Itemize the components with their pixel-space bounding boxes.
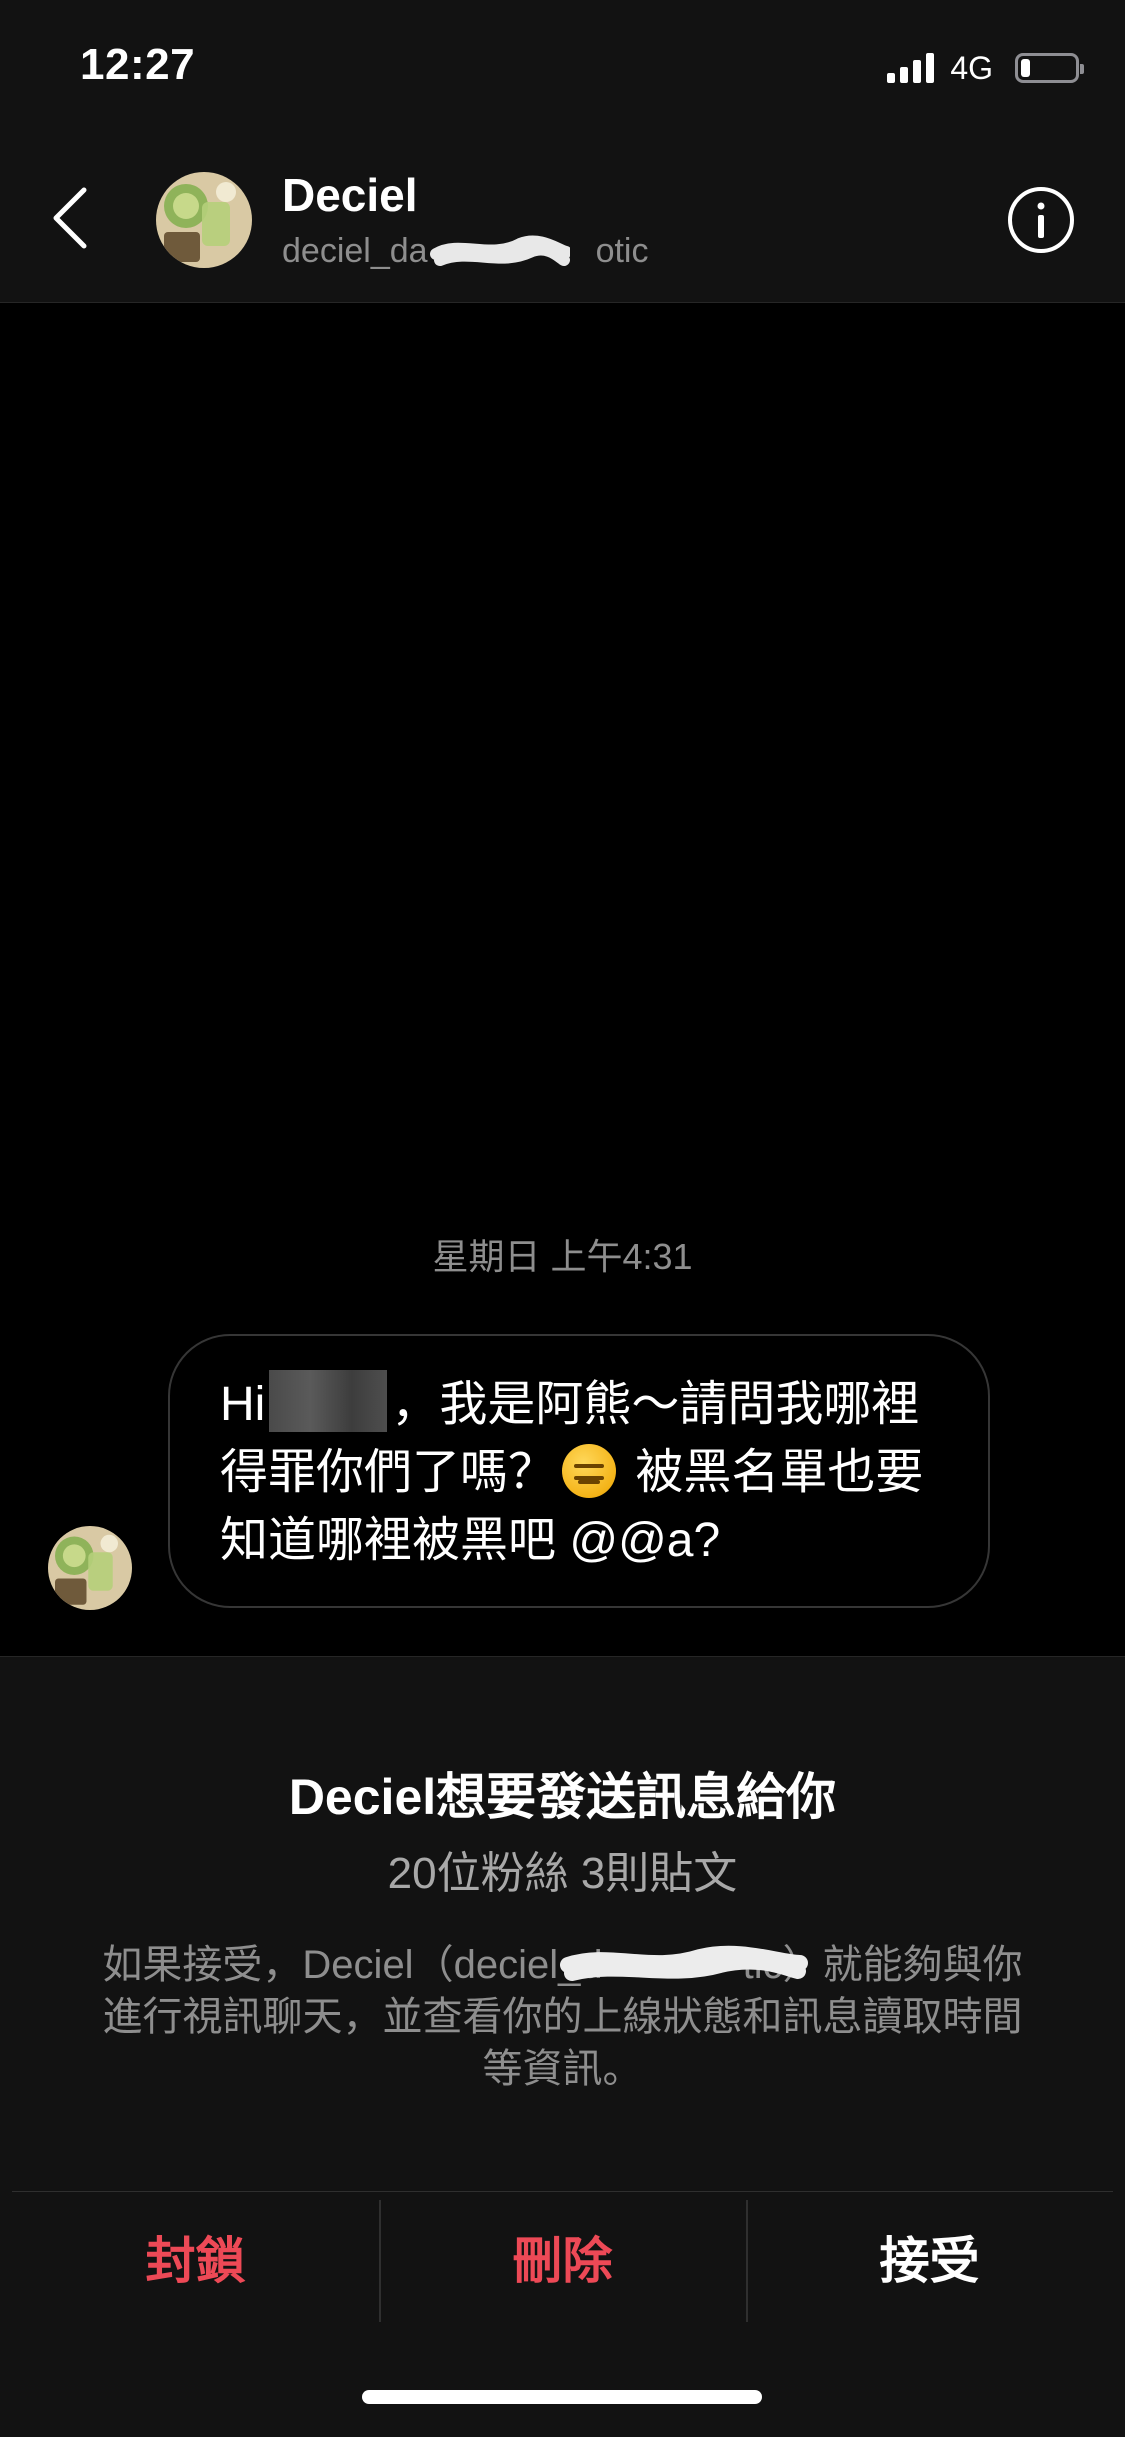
sender-avatar[interactable] <box>48 1526 132 1610</box>
info-circle-icon <box>1008 187 1074 253</box>
network-type: 4G <box>950 49 993 86</box>
avatar-image <box>156 172 252 268</box>
redacted-name <box>269 1370 388 1432</box>
chevron-left-icon <box>53 187 87 249</box>
status-time: 12:27 <box>80 40 196 89</box>
info-button[interactable] <box>1005 184 1077 256</box>
avatar[interactable] <box>156 172 252 268</box>
request-title: Deciel想要發送訊息給你 <box>0 1757 1125 1829</box>
block-button[interactable]: 封鎖 <box>12 2192 379 2322</box>
request-stats: 20位粉絲 3則貼文 <box>387 1849 738 1898</box>
status-indicators: 4G <box>887 48 1084 88</box>
delete-button[interactable]: 刪除 <box>379 2192 746 2322</box>
battery-icon <box>1015 53 1084 83</box>
message-request-panel: Deciel想要發送訊息給你 20位粉絲 3則貼文 如果接受，Deciel（de… <box>0 1656 1125 2437</box>
redaction-scribble <box>560 1945 808 1981</box>
expressionless-face-icon <box>562 1444 617 1498</box>
message-timestamp: 星期日 上午4:31 <box>432 1236 693 1277</box>
signal-icon <box>887 53 935 83</box>
contact-name[interactable]: Deciel <box>282 168 418 222</box>
message-text-1: Hi <box>220 1378 266 1431</box>
request-title-name: Deciel <box>288 1769 437 1825</box>
username-end: otic <box>595 232 649 270</box>
request-title-text: 想要發送訊息給你 <box>436 1769 837 1825</box>
request-desc-start: 如果接受，Deciel（deciel_d <box>102 1943 603 1987</box>
back-button[interactable] <box>40 180 100 256</box>
message-bubble[interactable]: Hi ，我是阿熊～請問我哪裡得罪你們了嗎？ 被黑名單也要知道哪裡被黑吧 @@a? <box>168 1334 990 1608</box>
accept-button[interactable]: 接受 <box>746 2192 1113 2322</box>
home-indicator[interactable] <box>362 2390 762 2404</box>
request-actions: 封鎖 刪除 接受 <box>12 2191 1113 2322</box>
username-start: deciel_da <box>282 232 428 270</box>
redaction-scribble <box>430 235 570 266</box>
header-bar: 12:27 4G Deciel deciel_da otic <box>0 0 1125 303</box>
avatar-image <box>48 1526 132 1610</box>
